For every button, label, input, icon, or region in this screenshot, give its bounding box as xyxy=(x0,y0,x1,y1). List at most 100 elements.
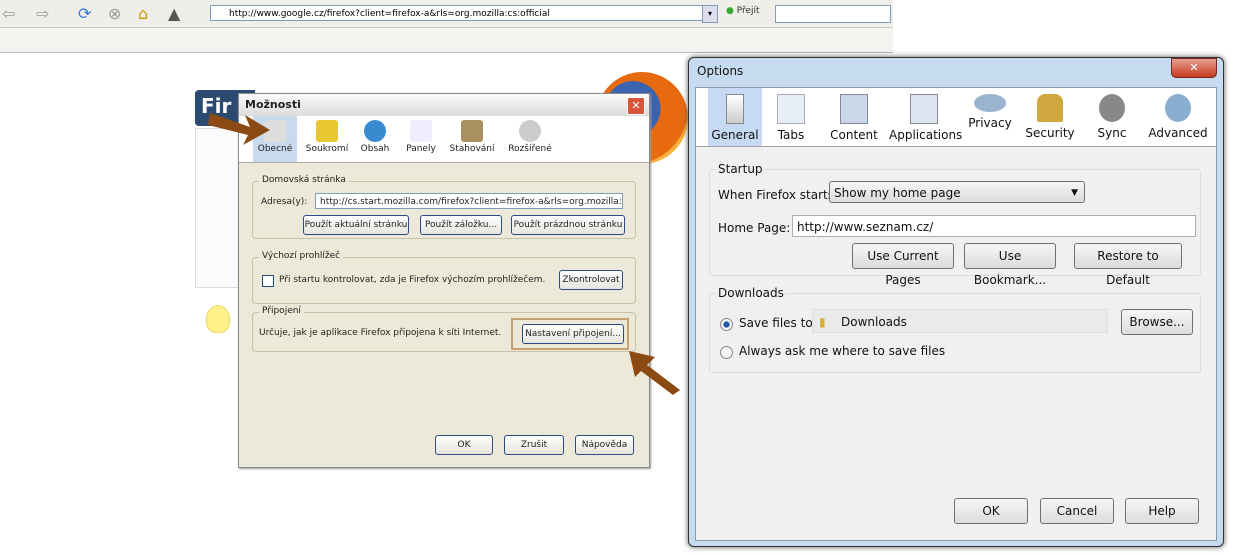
home-icon[interactable]: ⌂ xyxy=(138,4,148,23)
tab-label: Privacy xyxy=(968,116,1012,130)
tab-rozsirene[interactable]: Rozšířené xyxy=(505,116,555,162)
tab-general[interactable]: General xyxy=(708,88,762,146)
connection-group: Připojení Určuje, jak je aplikace Firefo… xyxy=(252,306,636,352)
back-icon[interactable]: ⇦ xyxy=(2,4,15,23)
download-folder-field: ▮ Downloads xyxy=(812,309,1108,333)
default-browser-group: Výchozí prohlížeč Při startu kontrolovat… xyxy=(252,251,636,304)
gear-icon xyxy=(1165,94,1191,122)
use-current-pages-button[interactable]: Use Current Pages xyxy=(852,243,954,287)
check-now-button[interactable]: Zkontrolovat xyxy=(559,270,623,290)
tab-tabs[interactable]: Tabs xyxy=(766,88,816,146)
options-dialog: Options ✕ General Tabs Content Applicati… xyxy=(688,57,1224,547)
browse-button[interactable]: Browse... xyxy=(1121,309,1193,335)
cancel-button[interactable]: Cancel xyxy=(1040,498,1114,524)
gear-icon xyxy=(519,120,541,142)
use-blank-page-button[interactable]: Použít prázdnou stránku xyxy=(511,215,625,235)
lightbulb-icon xyxy=(206,305,230,333)
always-ask-label: Always ask me where to save files xyxy=(739,344,946,358)
globe-icon xyxy=(364,120,386,142)
tab-content[interactable]: Content xyxy=(824,88,884,146)
close-icon[interactable]: ✕ xyxy=(627,97,645,115)
chevron-down-icon: ▼ xyxy=(1071,188,1078,198)
group-legend: Výchozí prohlížeč xyxy=(259,251,344,261)
content-icon xyxy=(840,94,868,124)
tab-sync[interactable]: Sync xyxy=(1088,88,1136,146)
tab-label: Panely xyxy=(406,144,436,154)
tab-applications[interactable]: Applications xyxy=(889,88,963,146)
tab-advanced[interactable]: Advanced xyxy=(1148,88,1208,146)
search-input[interactable] xyxy=(775,5,891,23)
save-files-label: Save files to xyxy=(739,316,813,330)
tab-obsah[interactable]: Obsah xyxy=(355,116,395,162)
general-icon xyxy=(726,94,744,124)
download-icon xyxy=(461,120,483,142)
reload-icon[interactable]: ⟳ xyxy=(78,4,91,23)
lock-icon xyxy=(1037,94,1063,122)
tab-security[interactable]: Security xyxy=(1022,88,1078,146)
startup-select[interactable]: Show my home page ▼ xyxy=(829,181,1085,203)
help-button[interactable]: Help xyxy=(1125,498,1199,524)
go-label: Přejít xyxy=(736,6,760,16)
group-legend: Downloads xyxy=(716,286,786,300)
use-current-page-button[interactable]: Použít aktuální stránku xyxy=(303,215,409,235)
tabs-icon xyxy=(410,120,432,142)
group-legend: Připojení xyxy=(259,306,304,316)
always-ask-radio[interactable] xyxy=(720,346,733,359)
use-bookmark-button[interactable]: Use Bookmark... xyxy=(964,243,1056,287)
tab-label: Applications xyxy=(889,128,963,142)
select-value: Show my home page xyxy=(834,186,961,200)
url-dropdown-icon[interactable]: ▾ xyxy=(702,5,718,23)
tab-soukromi[interactable]: Soukromí xyxy=(303,116,351,162)
checkbox-label: Při startu kontrolovat, zda je Firefox v… xyxy=(279,275,546,285)
tab-label: Tabs xyxy=(777,128,805,142)
address-input[interactable]: http://cs.start.mozilla.com/firefox?clie… xyxy=(315,193,623,209)
go-button[interactable]: ● Přejít xyxy=(726,6,760,16)
default-check-checkbox[interactable] xyxy=(262,275,274,287)
home-page-input[interactable]: http://www.seznam.cz/ xyxy=(792,215,1196,237)
tab-panely[interactable]: Panely xyxy=(401,116,441,162)
help-button[interactable]: Nápověda xyxy=(575,435,634,455)
tab-label: Advanced xyxy=(1148,126,1208,140)
tab-label: Content xyxy=(830,128,878,142)
save-files-radio[interactable] xyxy=(720,318,733,331)
folder-icon: ▮ xyxy=(819,315,826,329)
tab-label: Security xyxy=(1025,126,1075,140)
connection-settings-button[interactable]: Nastavení připojení... xyxy=(522,324,624,344)
home-page-label: Home Page: xyxy=(718,221,791,235)
dialog-title: Možnosti xyxy=(239,94,649,116)
use-bookmark-button[interactable]: Použít záložku... xyxy=(420,215,502,235)
tab-bar: Obecné Soukromí Obsah Panely Stahování R… xyxy=(239,116,649,163)
tab-label: Stahování xyxy=(449,144,495,154)
moznosti-dialog: Možnosti ✕ Obecné Soukromí Obsah Panely … xyxy=(238,93,650,468)
address-label: Adresa(y): xyxy=(261,197,308,207)
tabs-icon xyxy=(777,94,805,124)
tab-bar: General Tabs Content Applications Privac… xyxy=(696,88,1216,147)
stop-icon[interactable]: ⊗ xyxy=(108,4,121,23)
connection-text: Určuje, jak je aplikace Firefox připojen… xyxy=(259,328,502,338)
cancel-button[interactable]: Zrušit xyxy=(504,435,564,455)
url-input[interactable]: http://www.google.cz/firefox?client=fire… xyxy=(210,5,718,21)
dialog-title: Options xyxy=(697,64,744,78)
sync-icon xyxy=(1099,94,1125,122)
bookmarks-bar xyxy=(0,28,893,53)
warning-icon[interactable]: ▲ xyxy=(168,4,180,23)
forward-icon[interactable]: ⇨ xyxy=(36,4,49,23)
tab-privacy[interactable]: Privacy xyxy=(964,88,1016,146)
tab-label: Rozšířené xyxy=(508,144,552,154)
startup-group: Startup When Firefox starts: Show my hom… xyxy=(709,162,1201,287)
restore-default-button[interactable]: Restore to Default xyxy=(1074,243,1182,287)
arrow-pointer-icon xyxy=(629,351,680,395)
group-legend: Startup xyxy=(716,162,765,176)
tab-label: Soukromí xyxy=(305,144,349,154)
go-icon: ● xyxy=(726,6,734,16)
page-panel xyxy=(195,128,244,288)
tab-label: Obsah xyxy=(360,144,390,154)
when-starts-label: When Firefox starts: xyxy=(718,188,839,202)
folder-name: Downloads xyxy=(841,315,907,329)
downloads-group: Downloads Save files to ▮ Downloads Brows… xyxy=(709,286,1201,373)
ok-button[interactable]: OK xyxy=(954,498,1028,524)
tab-stahovani[interactable]: Stahování xyxy=(447,116,497,162)
homepage-group: Domovská stránka Adresa(y): http://cs.st… xyxy=(252,175,636,239)
close-icon[interactable]: ✕ xyxy=(1171,58,1217,78)
ok-button[interactable]: OK xyxy=(435,435,493,455)
